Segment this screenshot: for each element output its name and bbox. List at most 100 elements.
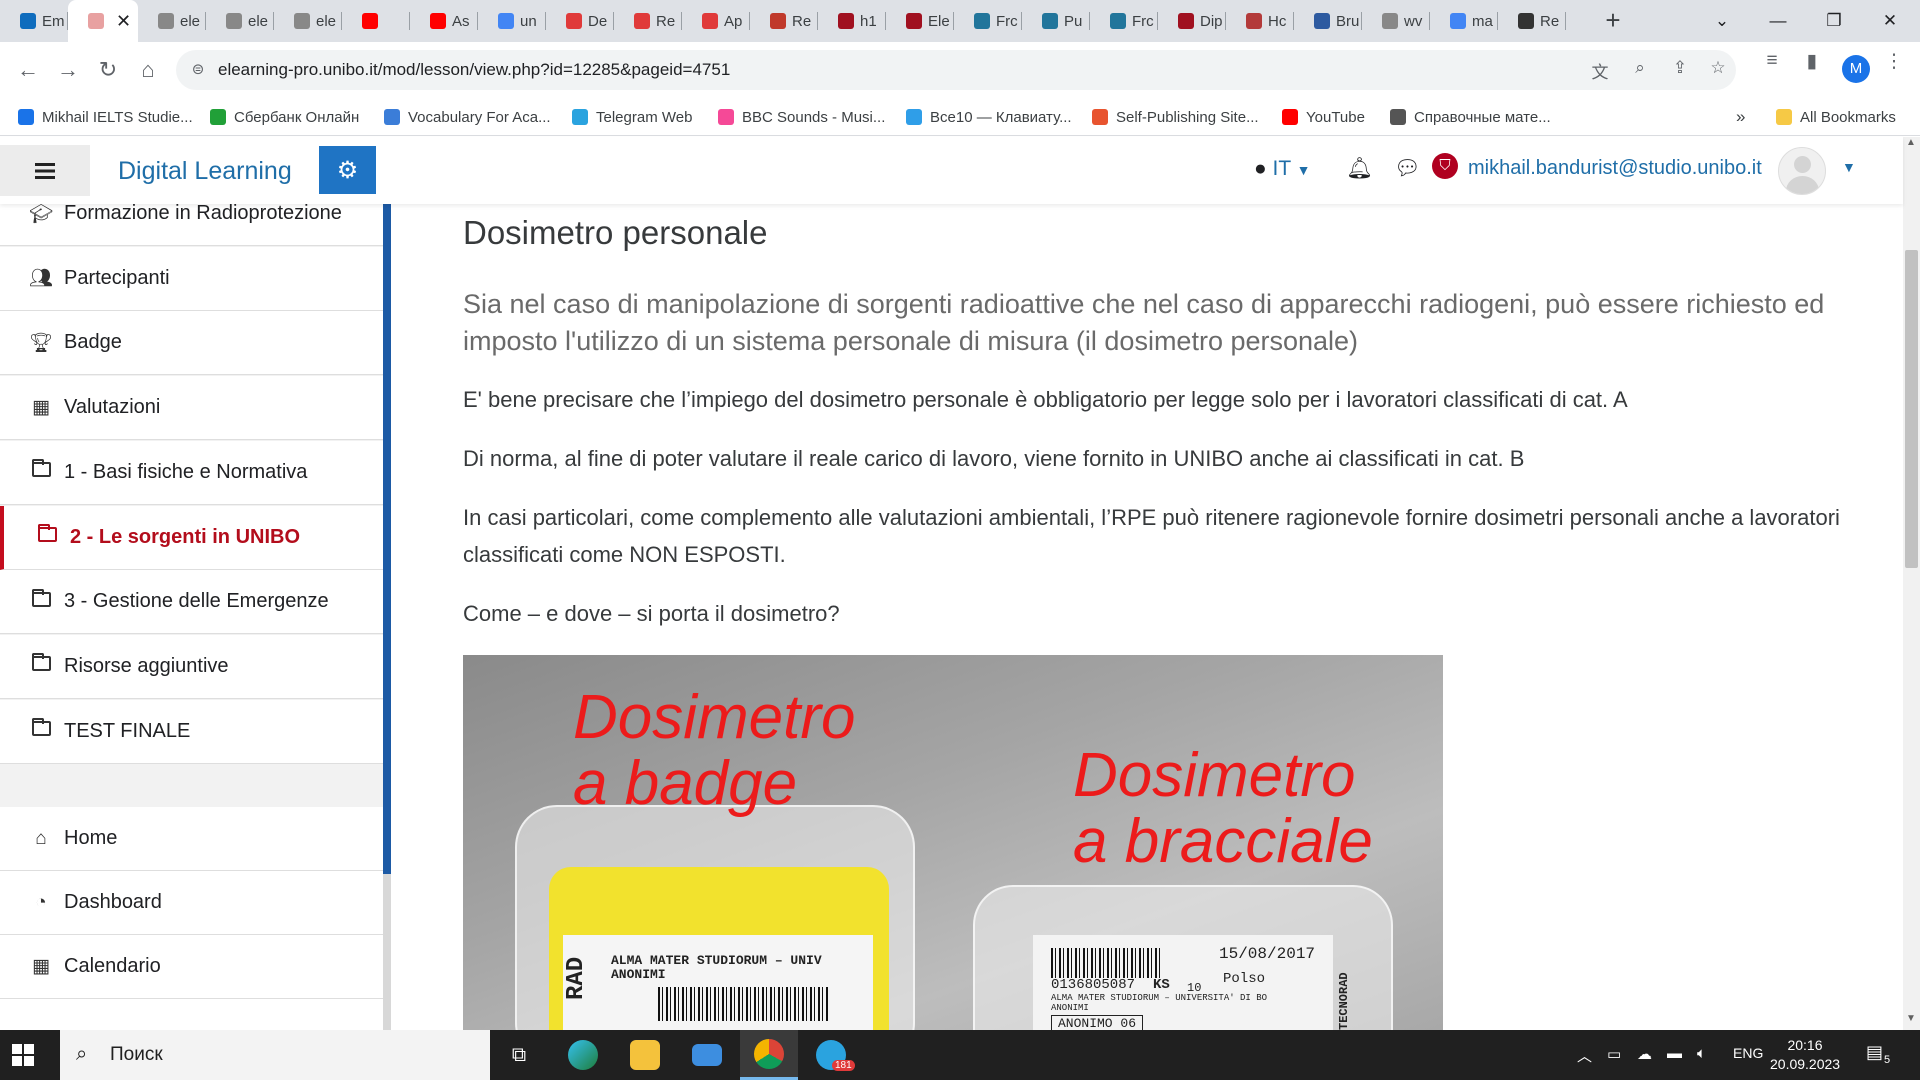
sidebar-item[interactable]: ▦ Valutazioni [0, 376, 383, 441]
browser-tab[interactable]: Re [750, 0, 818, 42]
sidebar-item[interactable]: 🏆︎ Badge [0, 311, 383, 376]
more-bookmarks-button[interactable]: » [1736, 104, 1745, 130]
browser-tab[interactable]: ele [138, 0, 206, 42]
sidebar-scrollbar-track[interactable] [383, 874, 391, 1030]
bookmark-star-icon[interactable]: ☆ [1706, 58, 1730, 82]
bookmark-item[interactable]: Mikhail IELTS Studie... [18, 104, 193, 130]
back-button[interactable]: ← [10, 52, 46, 88]
sidebar-item[interactable]: TEST FINALE [0, 699, 383, 764]
chrome-app[interactable] [740, 1030, 798, 1080]
sidebar-item[interactable]: ◔ Dashboard [0, 871, 383, 935]
settings-menu-button[interactable]: ⚙ [319, 146, 376, 194]
browser-tab[interactable]: Frc [954, 0, 1022, 42]
minimize-button[interactable]: — [1750, 0, 1806, 42]
browser-tab[interactable]: Frc [1090, 0, 1158, 42]
bookmark-item[interactable]: Telegram Web [572, 104, 692, 130]
system-clock[interactable]: 20:16 20.09.2023 [1770, 1036, 1840, 1074]
reload-button[interactable]: ↻ [90, 52, 126, 88]
address-bar[interactable]: ⊜ elearning-pro.unibo.it/mod/lesson/view… [176, 50, 1736, 90]
sidebar-item[interactable]: 1 - Basi fisiche e Normativa [0, 440, 383, 505]
url-text[interactable]: elearning-pro.unibo.it/mod/lesson/view.p… [218, 60, 730, 80]
browser-tab[interactable]: Hc [1226, 0, 1294, 42]
browser-tab[interactable]: Bru [1294, 0, 1362, 42]
browser-tab[interactable]: ma [1430, 0, 1498, 42]
browser-tab[interactable]: wv [1362, 0, 1430, 42]
bookmark-item[interactable]: Self-Publishing Site... [1092, 104, 1259, 130]
maximize-button[interactable]: ❐ [1806, 0, 1862, 42]
bookmark-item[interactable]: YouTube [1282, 104, 1365, 130]
mail-app[interactable] [678, 1030, 736, 1080]
volume-icon[interactable]: 🔈︎ [1697, 1045, 1706, 1062]
explorer-app[interactable] [616, 1030, 674, 1080]
page-scrollbar-thumb[interactable] [1905, 250, 1918, 568]
home-button[interactable]: ⌂ [130, 52, 166, 88]
notifications-bell-icon[interactable]: 🔔︎ [1346, 157, 1373, 181]
browser-tab[interactable]: De [546, 0, 614, 42]
user-avatar[interactable] [1778, 147, 1826, 195]
scroll-down-arrow-icon[interactable]: ▼ [1906, 1013, 1916, 1024]
browser-tab[interactable]: Pu [1022, 0, 1090, 42]
profile-avatar[interactable]: M [1842, 55, 1870, 83]
edge-app[interactable] [554, 1030, 612, 1080]
notification-center-icon[interactable]: ▤ [1866, 1042, 1883, 1063]
sidebar-item[interactable]: 👥︎ Partecipanti [0, 246, 383, 311]
browser-tab[interactable]: Em [0, 0, 68, 42]
bookmark-item[interactable]: Все10 — Клавиату... [906, 104, 1072, 130]
sidebar-item[interactable]: ▦ Calendario [0, 935, 383, 999]
tab-search-button[interactable]: ⌄ [1694, 0, 1750, 42]
sidebar-item[interactable]: Risorse aggiuntive [0, 634, 383, 699]
browser-tab[interactable]: Ap [682, 0, 750, 42]
close-window-button[interactable]: ✕ [1862, 0, 1918, 42]
site-name-link[interactable]: Digital Learning [118, 157, 292, 186]
user-menu-caret-icon[interactable]: ▼ [1842, 159, 1856, 175]
bookmark-item[interactable]: Сбербанк Онлайн [210, 104, 359, 130]
browser-tab[interactable]: Re [614, 0, 682, 42]
sidebar-item[interactable]: 2 - Le sorgenti in UNIBO [0, 505, 383, 570]
scroll-up-arrow-icon[interactable]: ▲ [1906, 137, 1916, 148]
reading-list-icon[interactable]: ≡ [1760, 50, 1784, 74]
bookmark-item[interactable]: Справочные мате... [1390, 104, 1551, 130]
browser-tab[interactable]: ✕ [68, 0, 138, 42]
sidebar-item[interactable]: ⌂ Home [0, 807, 383, 871]
user-menu-email[interactable]: mikhail.bandurist@studio.unibo.it [1468, 157, 1762, 180]
close-tab-icon[interactable]: ✕ [116, 11, 131, 32]
browser-tab[interactable]: ele [274, 0, 342, 42]
bookmark-item[interactable]: Vocabulary For Aca... [384, 104, 551, 130]
network-icon[interactable]: ▭ [1607, 1045, 1621, 1063]
bookmark-item[interactable]: BBC Sounds - Musi... [718, 104, 885, 130]
site-info-icon[interactable]: ⊜ [188, 60, 208, 80]
battery-icon[interactable]: ▬ [1667, 1045, 1682, 1062]
edge-icon [568, 1040, 598, 1070]
browser-tab[interactable] [342, 0, 410, 42]
zoom-icon[interactable]: ⌕ [1628, 58, 1652, 82]
sidebar-item-partial[interactable] [0, 999, 383, 1030]
menu-kebab-icon[interactable]: ⋮ [1882, 50, 1906, 74]
side-panel-icon[interactable]: ▮ [1800, 50, 1824, 74]
sidebar-scrollbar-thumb[interactable] [383, 204, 391, 874]
input-language[interactable]: ENG [1733, 1045, 1763, 1061]
folder-icon [28, 653, 54, 677]
drawer-toggle-button[interactable] [0, 145, 90, 196]
browser-tab[interactable]: Ele [886, 0, 954, 42]
language-menu[interactable]: ● IT ▼ [1254, 157, 1311, 181]
all-bookmarks-button[interactable]: All Bookmarks [1776, 104, 1896, 130]
browser-tab[interactable]: ele [206, 0, 274, 42]
sidebar-item[interactable]: 3 - Gestione delle Emergenze [0, 570, 383, 635]
browser-tab[interactable]: Dip [1158, 0, 1226, 42]
taskbar-search[interactable]: ⌕ Поиск [60, 1030, 490, 1080]
translate-icon[interactable]: 文 [1588, 58, 1612, 82]
browser-tab[interactable]: As [410, 0, 478, 42]
onedrive-icon[interactable]: ☁ [1637, 1045, 1652, 1063]
tray-chevron-icon[interactable]: ︿ [1577, 1045, 1592, 1066]
browser-tab[interactable]: h1 [818, 0, 886, 42]
new-tab-button[interactable]: + [1598, 6, 1628, 36]
sidebar-item[interactable]: 🎓︎ Formazione in Radioprotezione [0, 204, 383, 246]
telegram-app[interactable]: 181 [802, 1030, 860, 1080]
browser-tab[interactable]: un [478, 0, 546, 42]
forward-button[interactable]: → [50, 52, 86, 88]
task-view-button[interactable]: ⧉ [490, 1030, 548, 1080]
share-icon[interactable]: ⇪ [1668, 58, 1692, 82]
messages-icon[interactable]: 💬︎ [1394, 157, 1421, 181]
browser-tab[interactable]: Re [1498, 0, 1566, 42]
start-button[interactable] [12, 1044, 34, 1066]
